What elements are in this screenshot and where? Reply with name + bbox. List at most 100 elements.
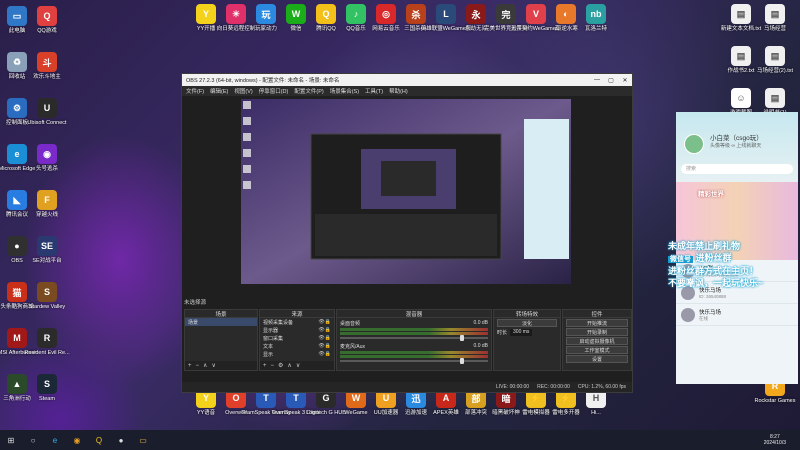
mixer-track: 麦克风/Aux 0.0 dB — [337, 341, 491, 364]
minimize-icon[interactable]: — — [590, 77, 604, 84]
source-item[interactable]: 文本 👁🔒 — [260, 342, 334, 350]
sources-header: 来源 — [260, 310, 334, 318]
desktop-shortcut[interactable]: nb 瓦洛兰特 — [573, 4, 619, 32]
desktop-shortcut[interactable]: F 穿越火线 — [24, 190, 70, 218]
menu-profile[interactable]: 配置文件(P) — [294, 87, 323, 95]
transitions-dock: 转场特效 淡化 时长 300 ms — [493, 309, 561, 371]
scene-item[interactable]: 场景 — [185, 318, 257, 326]
duration-input[interactable]: 300 ms — [510, 329, 533, 336]
shortcut-label: Steam — [39, 396, 55, 402]
volume-slider[interactable] — [340, 358, 488, 364]
desktop-shortcut[interactable]: ◉ 头号逃杀 — [24, 144, 70, 172]
down-icon[interactable]: ∨ — [296, 362, 300, 369]
start-streaming-button[interactable]: 开始推流 — [566, 319, 628, 327]
audio-meter — [340, 351, 488, 354]
sources-dock: 来源 视频采集设备 👁🔒 显示器 👁🔒 窗口采集 👁🔒 文本 👁🔒 显示 👁🔒 + − ⚙ ∧ ∨ — [259, 309, 335, 371]
menu-scene-collection[interactable]: 场景集合(S) — [330, 87, 359, 95]
track-name: 桌面音频 — [340, 321, 361, 327]
close-icon[interactable]: ✕ — [618, 77, 632, 84]
gear-icon[interactable]: ⚙ — [278, 362, 283, 369]
menu-help[interactable]: 帮助(H) — [389, 87, 408, 95]
preview-canvas — [241, 99, 571, 284]
audio-meter — [340, 328, 488, 331]
app-icon: ▤ — [765, 4, 785, 24]
app-icon: ▤ — [731, 46, 751, 66]
app-icon: S — [37, 282, 57, 302]
source-item[interactable]: 窗口采集 👁🔒 — [260, 334, 334, 342]
shortcut-label: 回收站 — [8, 74, 26, 80]
volume-slider[interactable] — [340, 335, 488, 341]
qq-icon[interactable]: Q — [91, 433, 107, 447]
desktop-shortcut[interactable]: SE SE对战平台 — [24, 236, 70, 264]
edge-icon[interactable]: e — [47, 433, 63, 447]
list-item[interactable]: 快乐马场 在线 — [676, 304, 798, 326]
virtual-camera-button[interactable]: 启动虚拟摄像机 — [566, 337, 628, 345]
add-icon[interactable]: + — [188, 363, 192, 369]
desktop-shortcut[interactable]: S Steam — [24, 374, 70, 402]
shortcut-label: QQ游戏 — [37, 28, 57, 34]
desktop-shortcut[interactable]: U Ubisoft Connect — [24, 98, 70, 126]
remove-icon[interactable]: − — [196, 363, 200, 369]
obs-menubar: 文件(F) 编辑(E) 视图(V) 停靠窗口(D) 配置文件(P) 场景集合(S… — [182, 86, 632, 96]
app-icon: R — [37, 328, 57, 348]
desktop-shortcut[interactable]: S Stardew Valley — [24, 282, 70, 310]
controls-dock: 控件 开始推流 开始录制 启动虚拟摄像机 工作室模式 设置 — [562, 309, 632, 371]
shortcut-label: Hi... — [591, 410, 601, 416]
app-icon: ☺ — [731, 88, 751, 108]
file-explorer-icon[interactable]: ▭ — [135, 433, 151, 447]
menu-file[interactable]: 文件(F) — [186, 87, 204, 95]
volume-knob[interactable] — [460, 358, 464, 364]
shortcut-label: 马场经营 — [763, 26, 786, 32]
taskbar: ⊞ ○ e ◉ Q ● ▭ 8:27 2024/10/3 — [0, 430, 800, 450]
remove-icon[interactable]: − — [271, 363, 275, 369]
maximize-icon[interactable]: ▢ — [604, 77, 618, 84]
search-icon[interactable]: ○ — [25, 433, 41, 447]
duration-label: 时长 — [497, 330, 508, 336]
add-icon[interactable]: + — [263, 363, 267, 369]
track-db: 0.0 dB — [473, 320, 488, 326]
app-icon: F — [37, 190, 57, 210]
search-input[interactable]: 搜索 — [681, 164, 793, 174]
menu-view[interactable]: 视图(V) — [234, 87, 252, 95]
volume-knob[interactable] — [460, 335, 464, 341]
sources-toolbar: + − ⚙ ∧ ∨ — [260, 361, 334, 370]
avatar — [681, 307, 695, 322]
source-item[interactable]: 视频采集设备 👁🔒 — [260, 318, 334, 326]
obs-window[interactable]: OBS 27.2.3 (64-bit, windows) - 配置文件: 未命名… — [181, 73, 633, 393]
app-icon: ▤ — [731, 4, 751, 24]
chrome-icon[interactable]: ◉ — [69, 433, 85, 447]
qq-header: 小白菜（csgo玩） 头像等级 ∞ 上线就聊天 搜索 — [676, 112, 798, 182]
app-icon: SE — [37, 236, 57, 256]
menu-docks[interactable]: 停靠窗口(D) — [259, 87, 289, 95]
up-icon[interactable]: ∧ — [203, 362, 207, 369]
desktop-shortcut[interactable]: R Resident Evil Re... — [24, 328, 70, 356]
down-icon[interactable]: ∨ — [211, 362, 215, 369]
shortcut-label: 欢乐斗地主 — [33, 74, 61, 80]
studio-mode-button[interactable]: 工作室模式 — [566, 346, 628, 354]
menu-edit[interactable]: 编辑(E) — [210, 87, 228, 95]
transition-select[interactable]: 淡化 — [497, 319, 557, 327]
start-recording-button[interactable]: 开始录制 — [566, 328, 628, 336]
avatar[interactable] — [684, 134, 704, 154]
obs-icon[interactable]: ● — [113, 433, 129, 447]
desktop-shortcut[interactable]: 斗欢乐斗地主 — [24, 52, 70, 80]
shortcut-label: OBS — [11, 258, 23, 264]
app-icon: Q — [37, 6, 57, 26]
desktop-shortcut[interactable]: ▤ 马场经营 — [752, 4, 798, 32]
rec-status: REC: 00:00:00 — [537, 384, 570, 390]
audio-meter — [340, 332, 488, 335]
obs-preview[interactable] — [241, 99, 571, 284]
desktop-shortcut[interactable]: Q QQ游戏 — [24, 6, 70, 34]
taskbar-clock[interactable]: 8:27 2024/10/3 — [764, 434, 786, 446]
qq-signature[interactable]: 头像等级 ∞ 上线就聊天 — [710, 142, 761, 149]
track-db: 0.0 dB — [473, 343, 488, 349]
windows-start-icon[interactable]: ⊞ — [3, 433, 19, 447]
settings-button[interactable]: 设置 — [566, 355, 628, 363]
source-item[interactable]: 显示器 👁🔒 — [260, 326, 334, 334]
desktop-shortcut[interactable]: ▤ 马场经营(2).txt — [752, 46, 798, 74]
menu-tools[interactable]: 工具(T) — [365, 87, 383, 95]
obs-titlebar[interactable]: OBS 27.2.3 (64-bit, windows) - 配置文件: 未命名… — [182, 74, 632, 86]
source-item[interactable]: 显示 👁🔒 — [260, 350, 334, 358]
scenes-header: 场景 — [185, 310, 257, 318]
up-icon[interactable]: ∧ — [287, 362, 291, 369]
